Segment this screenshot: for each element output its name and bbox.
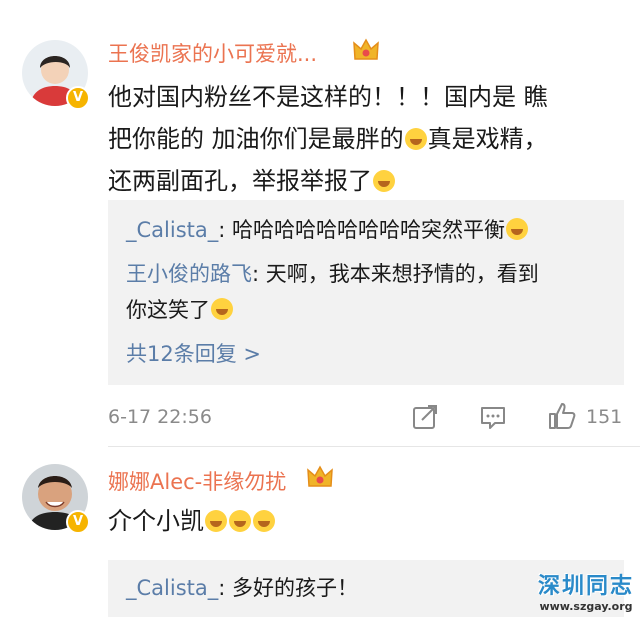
comment-line: 他对国内粉丝不是这样的！！！国内是 瞧 [108, 83, 548, 111]
comment-username[interactable]: 娜娜Alec-非缘勿扰 [108, 466, 286, 496]
repost-icon[interactable] [410, 402, 440, 432]
watermark-title: 深圳同志 [537, 574, 634, 599]
crown-icon [307, 465, 333, 487]
reply-username[interactable]: _Calista_ [126, 218, 218, 242]
watermark: 深圳同志 www.szgay.org [538, 568, 634, 613]
like-icon[interactable] [546, 400, 578, 432]
laugh-cry-emoji-icon [205, 510, 227, 532]
reply-box[interactable]: _Calista_: 哈哈哈哈哈哈哈哈哈突然平衡 王小俊的路飞: 天啊，我本来想… [108, 200, 624, 385]
comment-text: 他对国内粉丝不是这样的！！！国内是 瞧 把你能的 加油你们是最胖的 真是戏精， 还… [108, 76, 618, 202]
reply-item: _Calista_: 哈哈哈哈哈哈哈哈哈突然平衡 [126, 212, 529, 248]
divider [108, 446, 640, 447]
comment-item: V 王俊凯家的小可爱就... 他对国内粉丝不是这样的！！！国内是 瞧 把你能的 … [0, 0, 640, 450]
reply-item: 王小俊的路飞: 天啊，我本来想抒情的，看到 [126, 256, 539, 292]
comment-line: 把你能的 加油你们是最胖的 [108, 125, 404, 153]
reply-item: 你这笑了 [126, 292, 234, 328]
comment-icon[interactable] [478, 402, 508, 432]
laugh-cry-emoji-icon [253, 510, 275, 532]
watermark-url: www.szgay.org [539, 600, 633, 613]
laugh-cry-emoji-icon [506, 218, 528, 240]
reply-username[interactable]: 王小俊的路飞 [126, 262, 252, 286]
comment-time: 6-17 22:56 [108, 406, 212, 428]
comment-text: 介个小凯 [108, 500, 618, 542]
comment-username[interactable]: 王俊凯家的小可爱就... [108, 38, 317, 68]
reply-text: : 多好的孩子！ [218, 576, 358, 600]
laugh-cry-emoji-icon [229, 510, 251, 532]
kneel-emoji-icon [211, 298, 233, 320]
reply-text: : 天啊，我本来想抒情的，看到 [252, 262, 539, 286]
reply-username[interactable]: _Calista_ [126, 576, 218, 600]
reply-item: _Calista_: 多好的孩子！ [126, 570, 358, 606]
reply-text: : 哈哈哈哈哈哈哈哈哈突然平衡 [218, 218, 505, 242]
verified-badge-icon: V [66, 510, 90, 534]
hug-emoji-icon [404, 128, 427, 150]
verified-badge-icon: V [66, 86, 90, 110]
like-count: 151 [586, 406, 623, 428]
crown-icon [353, 38, 379, 60]
comment-line: 真是戏精， [427, 125, 548, 153]
reply-text: 你这笑了 [126, 298, 210, 322]
more-replies-link[interactable]: 共12条回复 > [126, 336, 261, 372]
laugh-cry-emoji-icon [373, 170, 395, 192]
comment-line: 介个小凯 [108, 507, 204, 535]
comment-line: 还两副面孔，举报举报了 [108, 167, 372, 195]
